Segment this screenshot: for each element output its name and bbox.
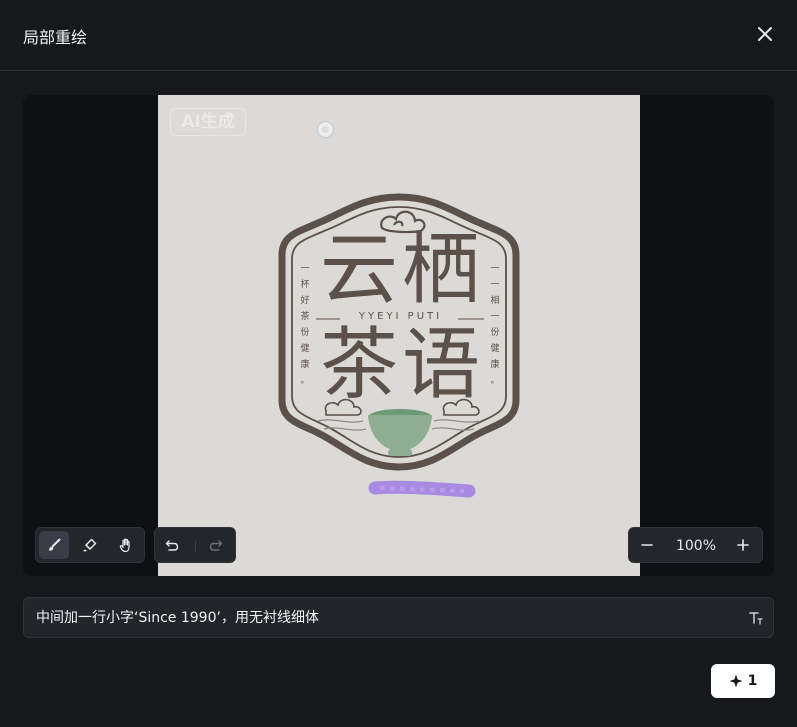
image-canvas[interactable]: 云栖 YYEYI PUTI 茶语 一 杯 好 茶 份 健 康 。 一 一 相 一… <box>158 95 640 576</box>
logo-title-line2: 茶语 <box>319 320 484 410</box>
vertical-char: 相 <box>490 296 500 306</box>
vertical-char: 一 <box>300 264 310 274</box>
brush-icon <box>49 538 61 551</box>
dialog-header: 局部重绘 <box>0 0 797 71</box>
logo-title-line1: 云栖 <box>319 225 484 315</box>
close-icon <box>758 27 772 41</box>
ai-generated-badge: AI生成 <box>170 108 246 136</box>
generate-button[interactable]: 1 <box>711 664 775 698</box>
inpaint-dialog: 局部重绘 云栖 YYEYI PUTI 茶语 一 杯 好 茶 份 健 康 。 一 … <box>0 0 797 727</box>
minus-icon <box>641 544 653 546</box>
redo-button[interactable] <box>201 531 231 559</box>
left-vertical-text: 一 杯 好 茶 份 健 康 。 <box>299 261 311 389</box>
vertical-char: 。 <box>490 376 500 386</box>
vertical-char: 一 <box>490 280 500 290</box>
vertical-char: 健 <box>300 344 310 354</box>
vertical-char: 好 <box>300 296 310 306</box>
zoom-out-button[interactable] <box>632 531 662 559</box>
hand-icon <box>119 538 130 553</box>
prompt-text[interactable]: 中间加一行小字‘Since 1990’，用无衬线细体 <box>36 598 319 638</box>
history-group <box>154 527 236 563</box>
dialog-title: 局部重绘 <box>23 28 88 47</box>
redo-icon <box>209 540 223 551</box>
hand-button[interactable] <box>111 531 141 559</box>
vertical-char: 一 <box>490 312 500 322</box>
vertical-char: 康 <box>490 360 500 370</box>
vertical-char: 健 <box>490 344 500 354</box>
vertical-char: 茶 <box>300 312 310 322</box>
tea-bowl <box>368 409 432 456</box>
zoom-control: 100% <box>628 527 763 563</box>
text-format-icon[interactable] <box>748 610 764 626</box>
close-button[interactable] <box>752 21 778 47</box>
generate-count: 1 <box>747 673 758 689</box>
undo-button[interactable] <box>157 531 187 559</box>
vertical-char: 康 <box>300 360 310 370</box>
canvas-stage[interactable]: 云栖 YYEYI PUTI 茶语 一 杯 好 茶 份 健 康 。 一 一 相 一… <box>23 95 774 576</box>
eraser-button[interactable] <box>75 531 105 559</box>
vertical-char: 。 <box>300 376 310 386</box>
sparkle-icon <box>729 674 743 688</box>
prompt-input[interactable]: 中间加一行小字‘Since 1990’，用无衬线细体 <box>23 597 774 638</box>
vertical-char: 一 <box>490 264 500 274</box>
vertical-char: 份 <box>300 328 310 338</box>
toolbar-divider <box>195 540 196 552</box>
plus-icon <box>737 539 749 551</box>
vertical-char: 杯 <box>300 280 310 290</box>
undo-icon <box>165 540 179 551</box>
eraser-icon <box>83 538 97 552</box>
zoom-in-button[interactable] <box>728 531 758 559</box>
brush-button[interactable] <box>39 531 69 559</box>
tool-group <box>35 527 145 563</box>
brush-cursor <box>317 121 334 138</box>
zoom-level: 100% <box>675 538 717 554</box>
vertical-char: 份 <box>490 328 500 338</box>
right-vertical-text: 一 一 相 一 份 健 康 。 <box>489 261 501 389</box>
